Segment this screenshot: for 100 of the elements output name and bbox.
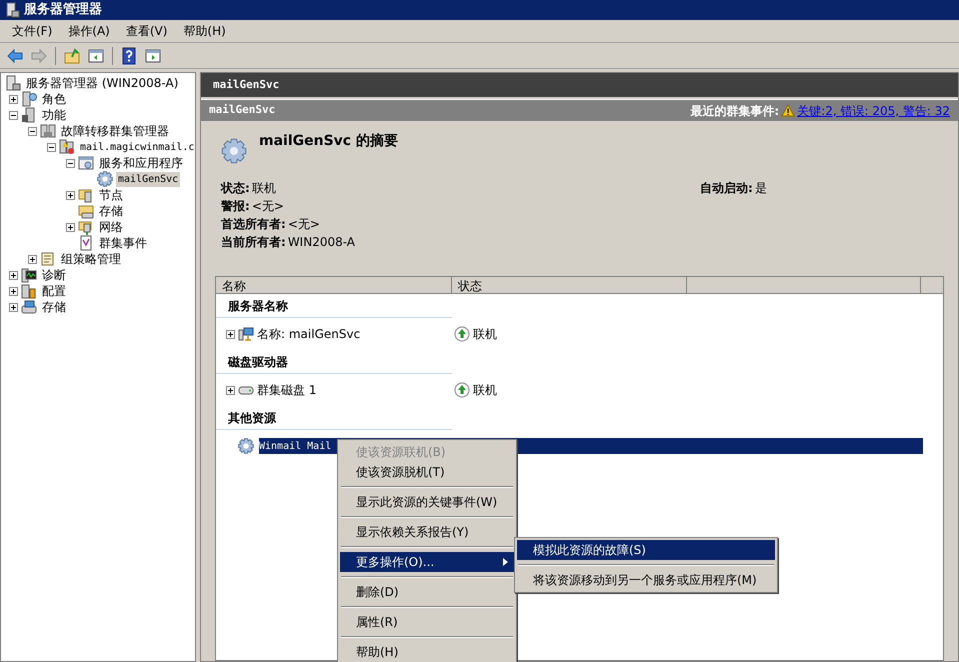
property-label: 警报: xyxy=(221,198,250,214)
collapse-button[interactable] xyxy=(47,142,56,152)
table-cell-text: 联机 xyxy=(473,326,497,343)
gear-icon xyxy=(97,171,113,187)
expand-button[interactable] xyxy=(9,286,18,296)
expand-button[interactable] xyxy=(66,190,75,200)
tree-item[interactable]: 存储 xyxy=(97,202,125,220)
pane-title: mailGenSvc xyxy=(213,76,280,93)
menu-item[interactable]: 查看(V) xyxy=(118,20,176,42)
table-cell-text: 群集磁盘 1 xyxy=(257,382,316,399)
collapse-button[interactable] xyxy=(28,126,37,136)
menu-item[interactable]: 帮助(H) xyxy=(175,20,234,42)
menu-item[interactable]: 显示此资源的关键事件(W) xyxy=(340,492,514,512)
server-icon xyxy=(4,2,20,18)
menu-item[interactable]: 操作(A) xyxy=(60,20,118,42)
tree-item[interactable]: 群集事件 xyxy=(97,234,149,252)
group-heading: 其他资源 xyxy=(228,410,276,426)
property-value: <无> xyxy=(288,216,320,232)
menu-item[interactable]: 帮助(H) xyxy=(340,642,514,662)
menu-item[interactable]: 使该资源脱机(T) xyxy=(340,462,514,482)
plus-icon xyxy=(227,386,234,394)
tree-item[interactable]: 存储 xyxy=(40,298,68,316)
arrow-up-icon xyxy=(454,326,470,342)
menu-item[interactable]: 显示依赖关系报告(Y) xyxy=(340,522,514,542)
plus-icon xyxy=(29,256,36,262)
menu-item[interactable]: 模拟此资源的故障(S) xyxy=(517,540,775,560)
collapse-button[interactable] xyxy=(66,158,75,168)
server-icon xyxy=(21,283,37,299)
expand-button[interactable] xyxy=(226,386,235,394)
tree-item[interactable]: 诊断 xyxy=(40,266,68,284)
tree-item[interactable]: 配置 xyxy=(40,282,68,300)
tree-item[interactable]: 服务器管理器 (WIN2008-A) xyxy=(24,74,180,92)
tree-item[interactable]: 功能 xyxy=(40,106,68,124)
cluster-icon xyxy=(59,139,75,155)
plus-icon xyxy=(67,224,74,230)
plus-icon xyxy=(10,96,17,102)
arrow-right-icon xyxy=(30,46,48,64)
menu-item[interactable]: 属性(R) xyxy=(340,612,514,632)
arrow-up-icon xyxy=(454,382,470,398)
property-label: 首选所有者: xyxy=(221,216,286,232)
gear-icon xyxy=(238,438,254,454)
tree-item[interactable]: mailGenSvc xyxy=(116,172,180,186)
folder-icon xyxy=(78,203,94,219)
window-icon xyxy=(78,155,94,171)
property-label: 状态: xyxy=(221,180,250,196)
gear-icon xyxy=(221,137,247,165)
plus-icon xyxy=(227,330,234,338)
column-header[interactable]: 名称 xyxy=(216,277,452,293)
plus-icon xyxy=(10,272,17,278)
plus-icon xyxy=(67,192,74,198)
property-label: 当前所有者: xyxy=(221,234,286,250)
property-value: 联机 xyxy=(252,180,276,196)
plus-icon xyxy=(10,304,17,310)
plus-icon xyxy=(10,288,17,294)
server-icon xyxy=(21,91,37,107)
document-icon xyxy=(78,235,94,251)
menu-item[interactable]: 将该资源移动到另一个服务或应用程序(M) xyxy=(517,570,775,590)
group-heading: 磁盘驱动器 xyxy=(228,354,288,370)
pane-icon xyxy=(144,46,162,64)
summary-title: mailGenSvc 的摘要 xyxy=(259,132,398,151)
menu-item[interactable]: 文件(F) xyxy=(4,20,60,42)
expand-button[interactable] xyxy=(28,254,37,264)
server-icon xyxy=(78,187,94,203)
column-header[interactable]: 状态 xyxy=(452,277,687,293)
property-value: WIN2008-A xyxy=(288,234,356,250)
server-icon xyxy=(21,107,37,123)
server-icon xyxy=(5,75,21,91)
warning-icon xyxy=(781,104,796,117)
table-cell-text: 联机 xyxy=(473,382,497,399)
group-heading: 服务器名称 xyxy=(228,298,288,314)
property-value: <无> xyxy=(252,198,284,214)
tree-item[interactable]: mail.magicwinmail.c xyxy=(78,140,195,154)
help-icon xyxy=(120,46,138,64)
arrow-left-icon xyxy=(6,46,24,64)
menu-item[interactable]: 删除(D) xyxy=(340,582,514,602)
table-cell-text: 名称: mailGenSvc xyxy=(257,326,360,343)
expand-button[interactable] xyxy=(9,94,18,104)
expand-button[interactable] xyxy=(66,222,75,232)
folder-icon xyxy=(63,46,81,64)
table-cell-text: Winmail Mail xyxy=(259,440,332,454)
tree-item[interactable]: 组策略管理 xyxy=(59,250,123,268)
expand-button[interactable] xyxy=(9,270,18,280)
drive-icon xyxy=(21,299,37,315)
events-label: 最近的群集事件: xyxy=(690,102,780,120)
cluster-icon xyxy=(40,123,56,139)
tree-item[interactable]: 网络 xyxy=(97,218,125,236)
tree-item[interactable]: 服务和应用程序 xyxy=(97,154,185,172)
expand-button[interactable] xyxy=(9,302,18,312)
property-value: 是 xyxy=(754,180,767,196)
tree-item[interactable]: 故障转移群集管理器 xyxy=(59,122,171,140)
tree-item[interactable]: 节点 xyxy=(97,186,125,204)
window-title: 服务器管理器 xyxy=(24,1,102,20)
section-title: mailGenSvc xyxy=(209,102,276,118)
pane-icon xyxy=(87,46,105,64)
tree-item[interactable]: 角色 xyxy=(40,90,68,108)
property-label: 自动启动: xyxy=(700,180,753,196)
scroll-icon xyxy=(40,251,56,267)
expand-button[interactable] xyxy=(226,330,235,338)
collapse-button[interactable] xyxy=(9,110,18,120)
menu-item[interactable]: 更多操作(O)... xyxy=(340,552,514,572)
